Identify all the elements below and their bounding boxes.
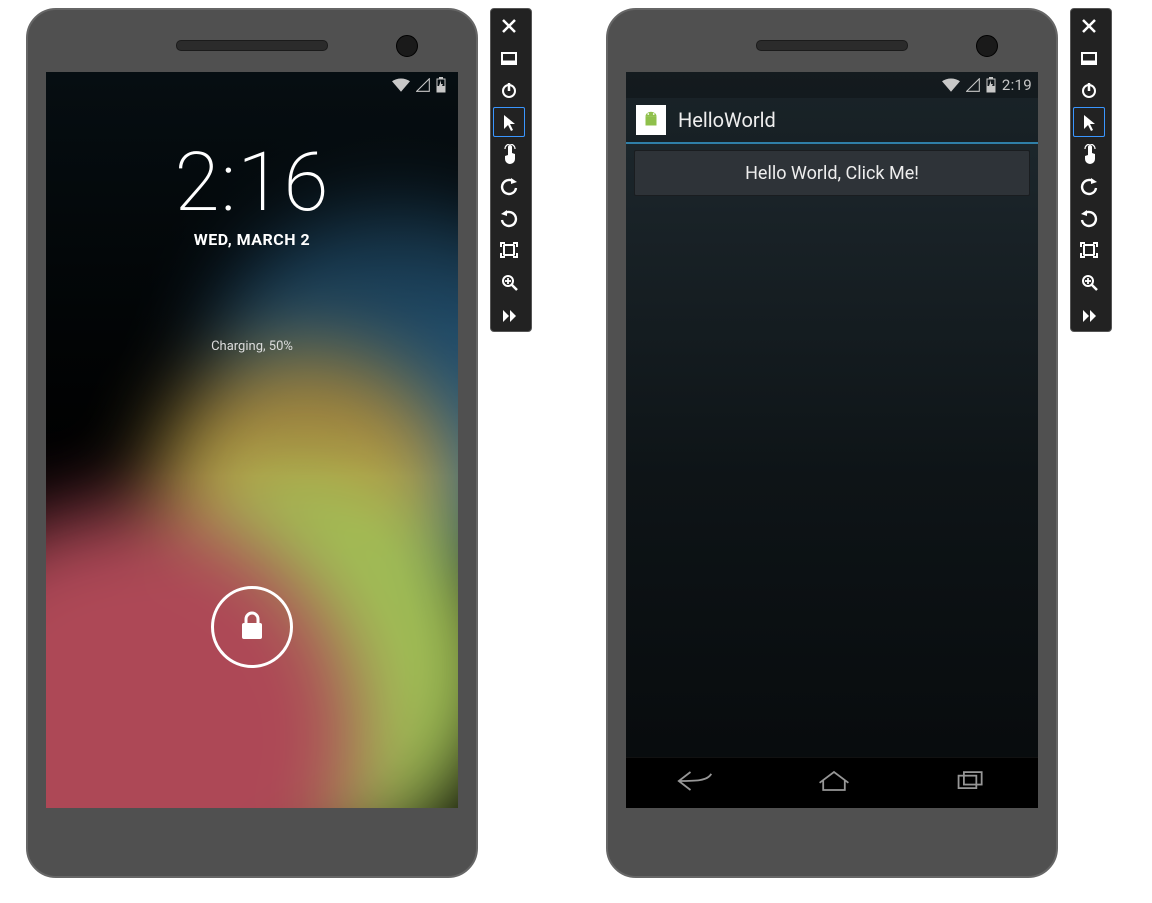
cursor-icon (499, 112, 519, 132)
emulator-device-left: 2:16 WED, MARCH 2 Charging, 50% (26, 8, 478, 878)
app-title: HelloWorld (678, 108, 776, 132)
toolbar-cursor-button[interactable] (1073, 107, 1105, 137)
battery-charging-icon (986, 77, 996, 93)
earpiece (756, 40, 908, 51)
close-icon (499, 16, 519, 36)
app-launcher-icon (636, 105, 666, 135)
status-bar-time: 2:19 (1002, 76, 1032, 94)
touch-icon (1079, 144, 1099, 164)
toolbar-cursor-button[interactable] (493, 107, 525, 137)
earpiece (176, 40, 328, 51)
toolbar-window-button[interactable] (493, 43, 525, 73)
zoom-icon (1079, 272, 1099, 292)
front-camera (976, 35, 998, 57)
toolbar-zoom-button[interactable] (493, 267, 525, 297)
cursor-icon (1079, 112, 1099, 132)
click-me-button[interactable]: Hello World, Click Me! (634, 150, 1030, 196)
nav-home-button[interactable] (816, 770, 852, 796)
app-action-bar: HelloWorld (626, 98, 1038, 144)
app-root: 2:19 HelloWorld Hello World, Click Me! (626, 72, 1038, 808)
lockscreen-clock-time: 2:16 (46, 142, 458, 224)
toolbar-rotate-cw-button[interactable] (493, 203, 525, 233)
emulator-toolbar-left (490, 8, 532, 332)
android-nav-bar (626, 757, 1038, 808)
toolbar-power-button[interactable] (1073, 75, 1105, 105)
device-screen-app[interactable]: 2:19 HelloWorld Hello World, Click Me! (626, 72, 1038, 808)
lockscreen-charging-text: Charging, 50% (46, 339, 458, 354)
power-icon (1079, 80, 1099, 100)
toolbar-window-button[interactable] (1073, 43, 1105, 73)
toolbar-rotate-ccw-button[interactable] (1073, 171, 1105, 201)
window-icon (499, 48, 519, 68)
toolbar-touch-button[interactable] (493, 139, 525, 169)
toolbar-screenshot-button[interactable] (493, 235, 525, 265)
toolbar-touch-button[interactable] (1073, 139, 1105, 169)
click-me-button-label: Hello World, Click Me! (745, 163, 919, 184)
emulator-device-right: 2:19 HelloWorld Hello World, Click Me! (606, 8, 1058, 878)
screenshot-icon (499, 240, 519, 260)
toolbar-screenshot-button[interactable] (1073, 235, 1105, 265)
screenshot-icon (1079, 240, 1099, 260)
toolbar-rotate-cw-button[interactable] (1073, 203, 1105, 233)
zoom-icon (499, 272, 519, 292)
window-icon (1079, 48, 1099, 68)
rotate-ccw-icon (499, 176, 519, 196)
power-icon (499, 80, 519, 100)
rotate-ccw-icon (1079, 176, 1099, 196)
emulator-toolbar-right (1070, 8, 1112, 332)
toolbar-rotate-ccw-button[interactable] (493, 171, 525, 201)
lockscreen-unlock-button[interactable] (211, 586, 293, 668)
toolbar-more-button[interactable] (1073, 299, 1105, 329)
wifi-icon (942, 78, 960, 92)
nav-back-button[interactable] (677, 770, 713, 796)
toolbar-power-button[interactable] (493, 75, 525, 105)
toolbar-close-button[interactable] (1073, 11, 1105, 41)
rotate-cw-icon (1079, 208, 1099, 228)
more-icon (1079, 304, 1099, 324)
rotate-cw-icon (499, 208, 519, 228)
more-icon (499, 304, 519, 324)
status-bar: 2:19 (626, 72, 1038, 98)
lockscreen-clock-date: WED, MARCH 2 (46, 230, 458, 249)
toolbar-more-button[interactable] (493, 299, 525, 329)
close-icon (1079, 16, 1099, 36)
signal-icon (966, 78, 980, 92)
lock-icon (238, 609, 266, 645)
touch-icon (499, 144, 519, 164)
front-camera (396, 35, 418, 57)
toolbar-zoom-button[interactable] (1073, 267, 1105, 297)
nav-recents-button[interactable] (955, 770, 987, 796)
toolbar-close-button[interactable] (493, 11, 525, 41)
lockscreen-content: 2:16 WED, MARCH 2 Charging, 50% (46, 72, 458, 808)
device-screen-lockscreen[interactable]: 2:16 WED, MARCH 2 Charging, 50% (46, 72, 458, 808)
